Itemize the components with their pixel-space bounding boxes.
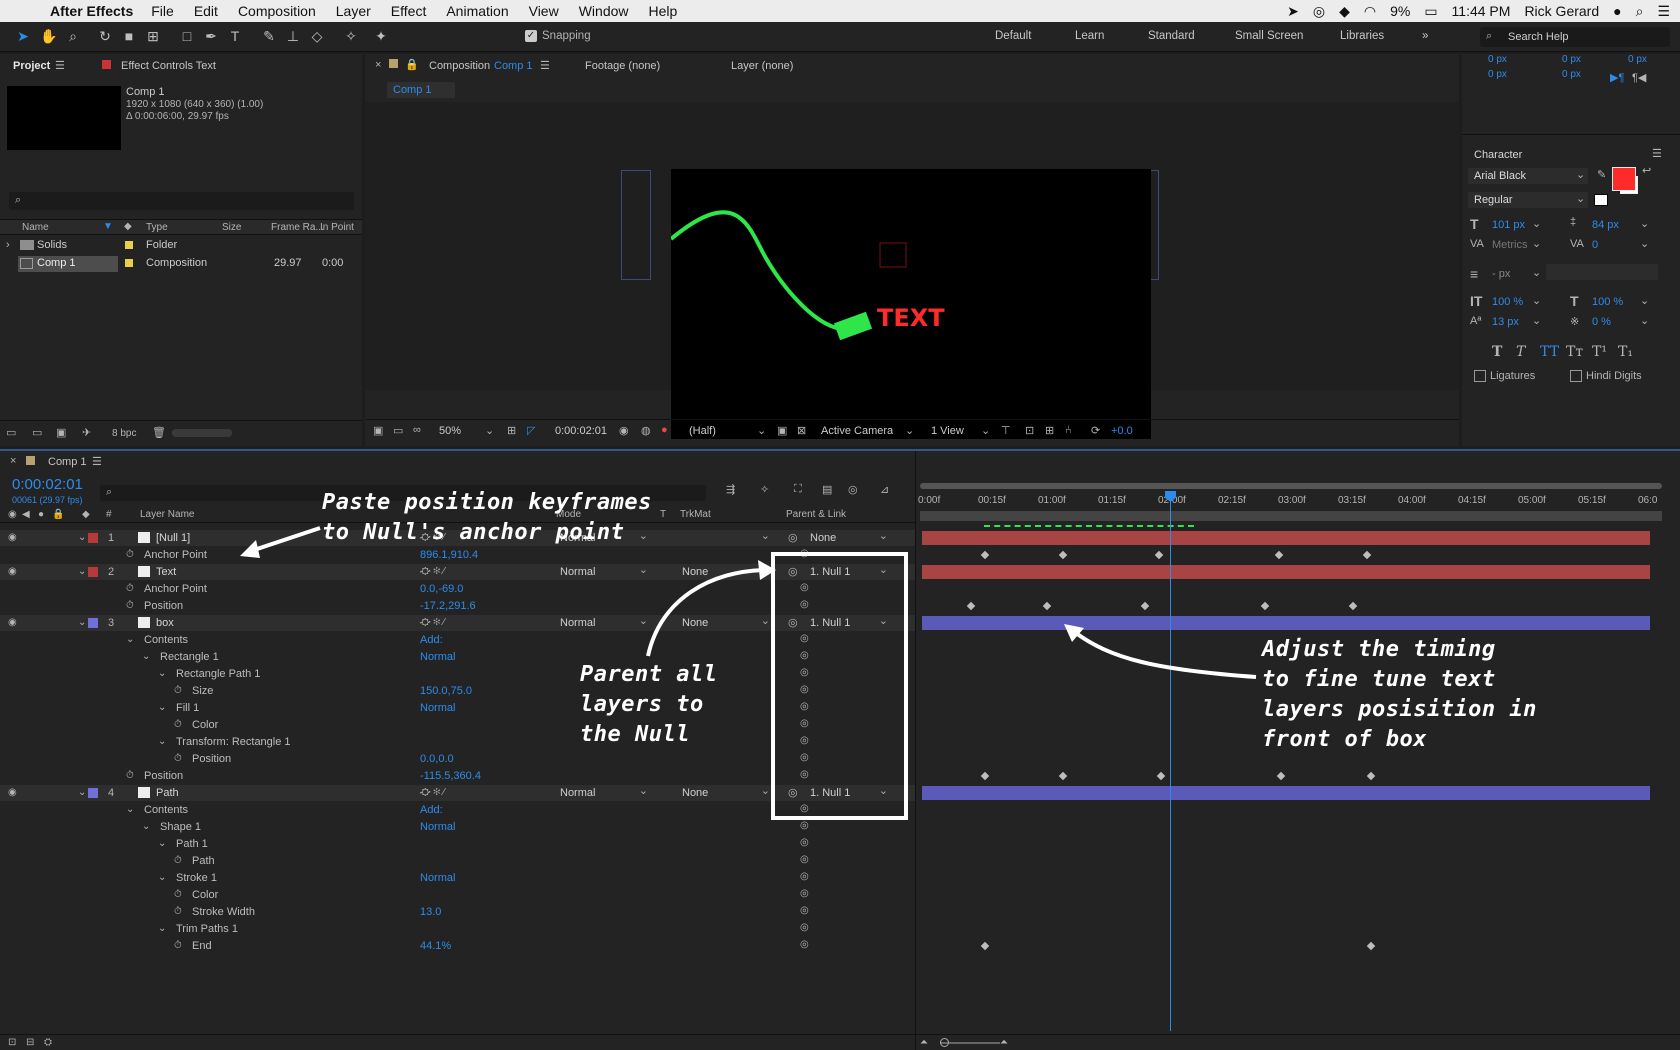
- annotation-paste: Paste position keyframes to Null's ancho…: [322, 490, 652, 545]
- annotation-parent: Parent all layers to the Null: [580, 662, 718, 747]
- annotation-arrows: [240, 526, 1257, 820]
- annotation-adjust: Adjust the timing to fine tune text laye…: [1262, 637, 1537, 752]
